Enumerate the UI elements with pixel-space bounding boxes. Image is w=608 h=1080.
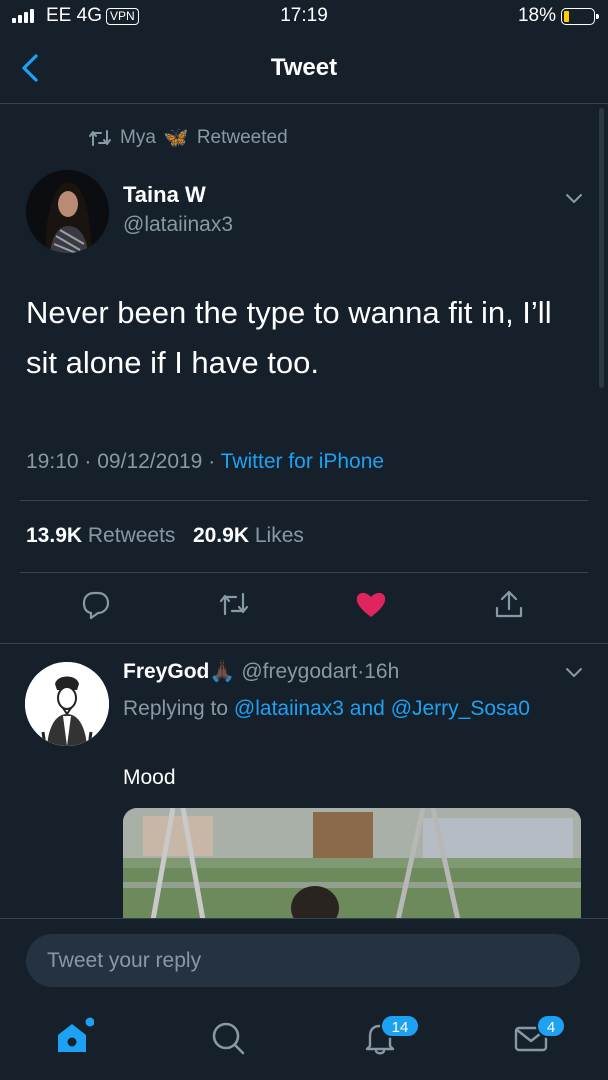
battery-icon (561, 8, 599, 25)
butterfly-emoji: 🦋 (163, 127, 189, 149)
reply-header: FreyGod🙏🏿 @freygodart·16h (123, 660, 399, 684)
tab-home[interactable] (50, 1016, 95, 1060)
retweeted-label: Retweeted (196, 126, 288, 148)
notifications-badge: 14 (380, 1014, 420, 1038)
replying-to: Replying to @lataiinax3 and @Jerry_Sosa0 (123, 692, 553, 726)
divider (20, 572, 588, 573)
divider (0, 643, 608, 644)
reply-text: Mood (123, 766, 176, 789)
like-button[interactable] (355, 588, 387, 620)
retweet-button[interactable] (218, 588, 250, 620)
tab-search[interactable] (206, 1016, 250, 1060)
reply-author-name[interactable]: FreyGod (123, 660, 209, 683)
tweet-text: Never been the type to wanna fit in, I’l… (26, 295, 552, 380)
likes-label: Likes (254, 524, 304, 547)
avatar[interactable] (26, 170, 109, 253)
status-bar: EE 4G VPN 17:19 18% (0, 0, 608, 34)
retweet-icon (219, 592, 249, 616)
retweet-icon (89, 129, 111, 146)
separator: · (208, 450, 216, 473)
share-icon (495, 590, 523, 618)
heart-filled-icon (356, 592, 386, 617)
nav-bar: Tweet (0, 34, 608, 104)
separator: · (84, 450, 92, 473)
mention-link[interactable]: @lataiinax3 (234, 697, 344, 720)
tweet-options-button[interactable] (562, 191, 586, 207)
reply-options-button[interactable] (562, 665, 586, 681)
share-button[interactable] (493, 588, 525, 620)
retweets-count: 13.9K (26, 524, 83, 547)
tweet-client-link[interactable]: Twitter for iPhone (221, 450, 384, 473)
battery-percent: 18% (517, 5, 556, 26)
scrollbar[interactable] (599, 108, 604, 388)
search-icon (212, 1022, 245, 1055)
tweet-date: 09/12/2019 (97, 450, 203, 473)
media-thumbnail (123, 808, 581, 920)
mention-conjunction[interactable]: and (350, 697, 385, 720)
tweet-actions (0, 588, 608, 628)
tweet-time: 19:10 (26, 450, 79, 473)
likes-count: 20.9K (192, 524, 249, 547)
reply-icon (82, 591, 110, 620)
tab-bar: 14 4 (0, 1000, 608, 1080)
retweet-context[interactable]: Mya 🦋 Retweeted (88, 125, 288, 150)
divider (20, 500, 588, 501)
reply-avatar[interactable] (25, 662, 109, 746)
reply-button[interactable] (80, 588, 112, 620)
replying-prefix: Replying to (123, 697, 229, 720)
reply-age: 16h (364, 660, 400, 683)
profile-illustration (25, 662, 109, 746)
retweets-label: Retweets (87, 524, 176, 547)
praying-hands-emoji: 🙏🏿 (209, 660, 236, 683)
author-display-name[interactable]: Taina W (123, 182, 206, 208)
chevron-down-icon (566, 194, 582, 203)
reply-composer (0, 918, 608, 1000)
tweet-meta: 19:10 · 09/12/2019 · Twitter for iPhone (26, 450, 384, 474)
status-time: 17:19 (280, 5, 328, 26)
profile-photo (26, 170, 109, 253)
retweets-stat[interactable]: 13.9K Retweets (26, 524, 175, 547)
retweeter-name[interactable]: Mya (120, 127, 156, 149)
likes-stat[interactable]: 20.9K Likes (193, 524, 304, 547)
page-title: Tweet (270, 54, 338, 81)
messages-badge: 4 (536, 1014, 566, 1038)
tweet-stats: 13.9K Retweets 20.9K Likes (26, 524, 304, 548)
reply-media[interactable] (123, 808, 581, 920)
reply-author-handle[interactable]: @freygodart (241, 660, 357, 683)
chevron-down-icon (566, 668, 582, 677)
home-icon (58, 1017, 95, 1052)
reply-input[interactable] (26, 934, 580, 987)
author-handle[interactable]: @lataiinax3 (123, 213, 233, 237)
mention-link[interactable]: @Jerry_Sosa0 (391, 697, 530, 720)
